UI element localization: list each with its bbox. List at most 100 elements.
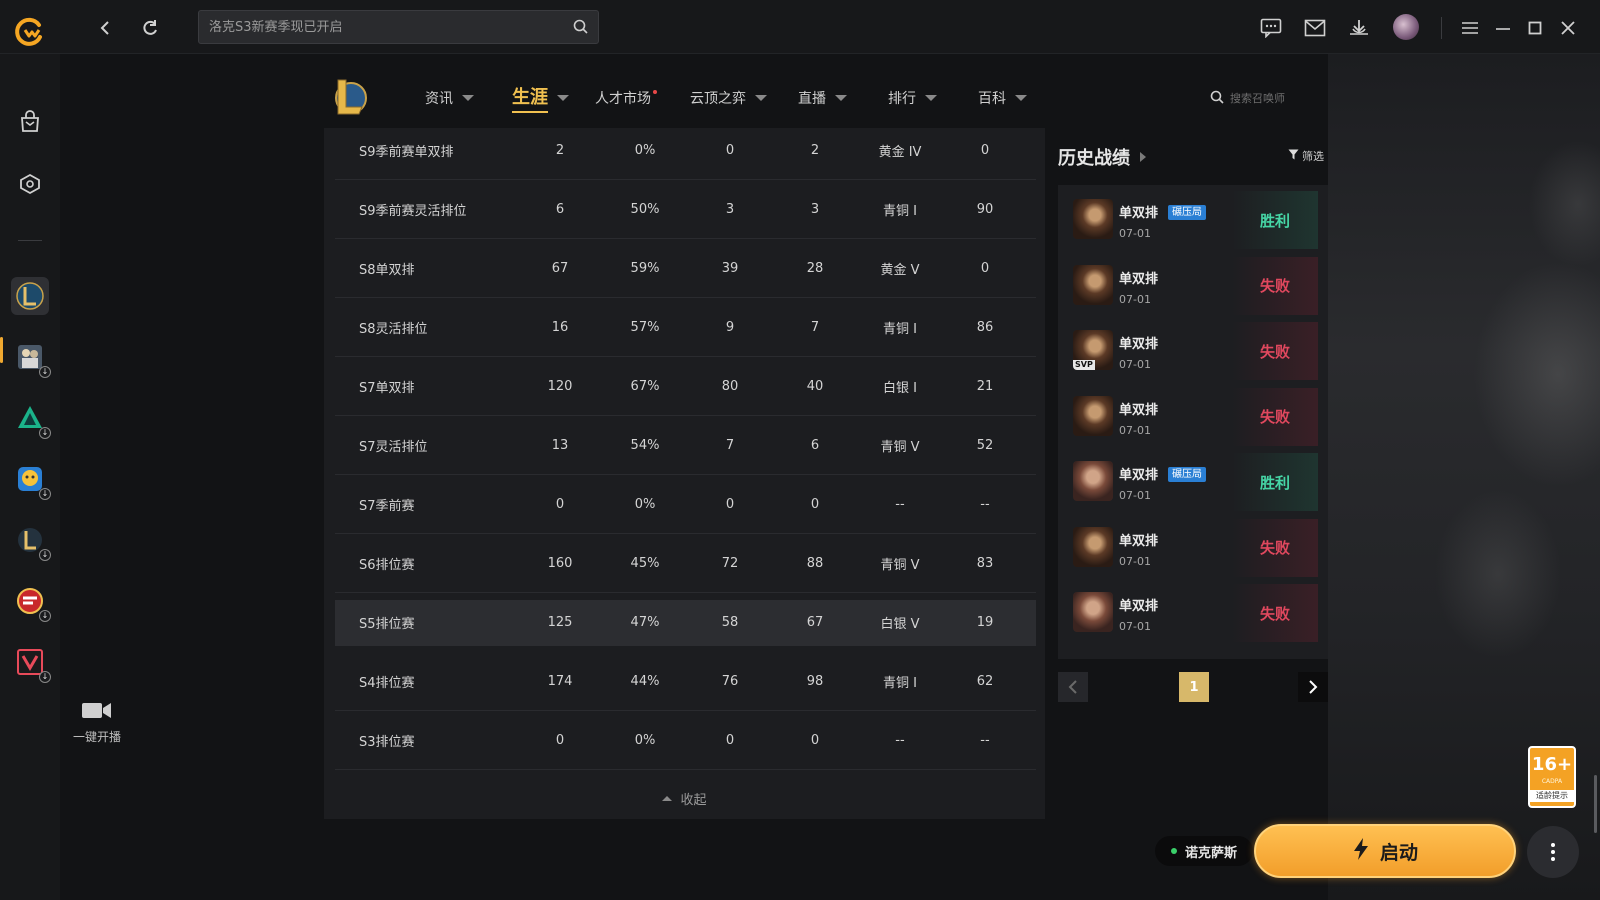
cell-losses: 98	[806, 674, 824, 689]
table-row[interactable]: S6排位赛 160 45% 72 88 青铜 V 83	[335, 535, 1036, 593]
server-selector[interactable]: 诺克萨斯	[1155, 836, 1253, 866]
match-mode: 单双排	[1119, 271, 1159, 287]
launch-button[interactable]: 启动	[1254, 824, 1516, 878]
game-tft-icon[interactable]: ↓	[11, 399, 51, 439]
tab-live[interactable]: 直播	[798, 82, 847, 114]
match-mode: 单双排	[1119, 206, 1159, 221]
match-item[interactable]: 单双排 07-01 失败	[1058, 578, 1328, 642]
cell-games: 16	[551, 320, 569, 335]
game-crossfire-icon[interactable]: ↓	[11, 582, 51, 622]
divider	[1441, 17, 1442, 39]
chat-icon[interactable]	[1257, 14, 1285, 42]
match-mode: 单双排	[1119, 468, 1159, 483]
cell-tier: 青铜 I	[883, 676, 917, 691]
champion-avatar	[1073, 199, 1113, 239]
scrollbar-thumb[interactable]	[1594, 775, 1597, 833]
age-rating: 16+	[1531, 754, 1573, 775]
tab-news[interactable]: 资讯	[425, 82, 474, 114]
game-valorant-icon[interactable]: ↓	[11, 643, 51, 683]
refresh-icon[interactable]	[135, 13, 165, 43]
cell-points: --	[980, 733, 990, 748]
cell-points: 0	[980, 261, 990, 276]
tab-ranking[interactable]: 排行	[888, 82, 937, 114]
cell-games: 0	[555, 497, 565, 512]
tab-career[interactable]: 生涯	[512, 82, 569, 114]
cell-wins: 7	[725, 438, 735, 453]
maximize-icon[interactable]	[1521, 14, 1549, 42]
match-item[interactable]: 单双排 07-01 失败	[1058, 382, 1328, 446]
cell-wins: 9	[725, 320, 735, 335]
match-item[interactable]: 单双排 碾压局 07-01 胜利	[1058, 447, 1328, 511]
previous-page-button[interactable]	[1058, 672, 1088, 702]
tab-wiki[interactable]: 百科	[978, 82, 1027, 114]
table-row[interactable]: S8单双排 67 59% 39 28 黄金 V 0	[335, 240, 1036, 298]
collapse-button[interactable]: 收起	[324, 788, 1045, 808]
table-row[interactable]: S4排位赛 174 44% 76 98 青铜 I 62	[335, 653, 1036, 711]
search-input[interactable]	[209, 11, 559, 43]
download-icon[interactable]	[1345, 14, 1373, 42]
current-page[interactable]: 1	[1179, 672, 1209, 702]
cell-winrate: 67%	[630, 379, 660, 394]
match-result: 胜利	[1232, 191, 1318, 249]
cell-winrate: 57%	[630, 320, 660, 335]
table-row[interactable]: S9季前赛灵活排位 6 50% 3 3 青铜 I 90	[335, 181, 1036, 239]
cell-name: S9季前赛单双排	[359, 145, 454, 160]
match-result: 失败	[1232, 322, 1318, 380]
back-icon[interactable]	[91, 13, 121, 43]
search-box[interactable]	[198, 10, 599, 44]
match-tag-badge: 碾压局	[1168, 467, 1206, 482]
next-page-button[interactable]	[1298, 672, 1328, 702]
match-mode: 单双排	[1119, 533, 1159, 549]
cell-winrate: 59%	[630, 261, 660, 276]
table-row[interactable]: S5排位赛 125 47% 58 67 白银 V 19	[335, 600, 1036, 646]
cell-points: 21	[976, 379, 994, 394]
tab-talent-market[interactable]: 人才市场	[595, 82, 657, 114]
match-item[interactable]: SVP 单双排 07-01 失败	[1058, 316, 1328, 380]
match-date: 07-01	[1119, 292, 1151, 306]
menu-icon[interactable]	[1456, 14, 1484, 42]
cell-losses: 28	[806, 261, 824, 276]
filter-icon	[1288, 149, 1299, 163]
table-row[interactable]: S7季前赛 0 0% 0 0 -- --	[335, 476, 1036, 534]
cadpa-label: CADPA	[1541, 778, 1563, 785]
table-row[interactable]: S9季前赛单双排 2 0% 0 2 黄金 IV 0	[335, 122, 1036, 180]
match-item[interactable]: 单双排 07-01 失败	[1058, 513, 1328, 577]
match-result: 失败	[1232, 518, 1318, 577]
cell-name: S7季前赛	[359, 499, 415, 514]
game-lol-icon[interactable]	[11, 277, 49, 315]
match-item[interactable]: 单双排 07-01 失败	[1058, 251, 1328, 315]
close-icon[interactable]	[1554, 14, 1582, 42]
more-options-button[interactable]	[1527, 826, 1579, 878]
cell-losses: 67	[806, 615, 824, 630]
minimize-icon[interactable]	[1489, 14, 1517, 42]
more-dots-icon	[1551, 843, 1555, 861]
game-qq-speed-icon[interactable]: ↓	[11, 460, 51, 500]
launch-label: 启动	[1379, 841, 1418, 864]
store-bag-icon[interactable]	[13, 105, 47, 139]
active-indicator	[0, 337, 3, 363]
history-header[interactable]: 历史战绩	[1058, 144, 1146, 170]
discover-icon[interactable]	[13, 167, 47, 201]
game-lol-classic-icon[interactable]: ↓	[11, 521, 51, 561]
table-row[interactable]: S7灵活排位 13 54% 7 6 青铜 V 52	[335, 417, 1036, 475]
online-status-dot	[1170, 848, 1177, 854]
filter-button[interactable]: 筛选	[1288, 148, 1324, 164]
match-item[interactable]: 单双排 碾压局 07-01 胜利	[1058, 185, 1328, 249]
table-row[interactable]: S7单双排 120 67% 80 40 白银 I 21	[335, 358, 1036, 416]
champion-avatar: SVP	[1073, 330, 1113, 370]
table-row[interactable]: S8灵活排位 16 57% 9 7 青铜 I 86	[335, 299, 1036, 357]
chevron-down-icon	[557, 95, 569, 101]
one-click-broadcast-button[interactable]: 一键开播	[66, 700, 128, 745]
summoner-search[interactable]	[1210, 86, 1320, 110]
game-pubg-icon[interactable]: ↓	[11, 338, 51, 378]
tab-tft[interactable]: 云顶之弈	[690, 82, 767, 114]
user-avatar[interactable]	[1393, 14, 1419, 40]
match-result: 胜利	[1232, 453, 1318, 511]
cell-losses: 3	[810, 202, 820, 217]
search-icon[interactable]	[573, 19, 588, 38]
summoner-search-input[interactable]	[1230, 91, 1310, 105]
mail-icon[interactable]	[1301, 14, 1329, 42]
video-camera-icon	[81, 703, 113, 724]
filter-label: 筛选	[1302, 150, 1324, 163]
table-row[interactable]: S3排位赛 0 0% 0 0 -- --	[335, 712, 1036, 770]
